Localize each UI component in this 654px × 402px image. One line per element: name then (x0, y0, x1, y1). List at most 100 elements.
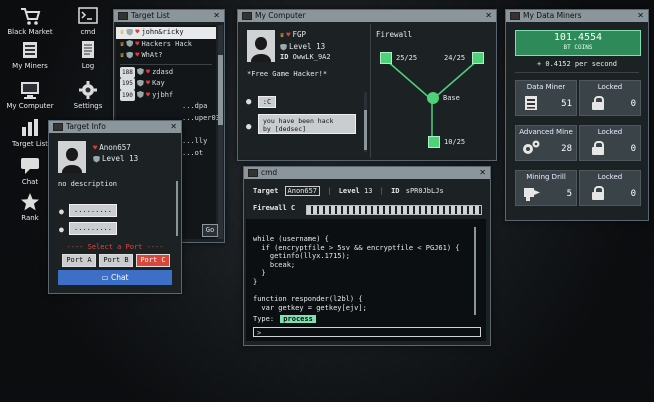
target-level-row: Level 13 (93, 154, 138, 163)
miner-name: Advanced Mine (519, 128, 573, 136)
firewall-node-c-value: 10/25 (444, 138, 466, 146)
desktop-icon-label: Target List (11, 140, 49, 148)
lock-icon (592, 96, 604, 110)
base-node[interactable] (427, 92, 439, 104)
target-name: Hackers Hack (141, 39, 193, 48)
firewall-node-c[interactable] (428, 136, 440, 148)
list-item[interactable]: 190 ♥ yjbhf (120, 89, 212, 101)
miner-card-advanced-mine[interactable]: Advanced Mine 28 (515, 125, 577, 161)
list-item[interactable]: ♛ ♥ john&ricky (116, 27, 216, 39)
code-output: while (username) { if (encryptfile > 5sv… (253, 235, 460, 312)
separator: | (327, 187, 332, 195)
port-a-button[interactable]: Port A (62, 254, 96, 267)
target-name: john&ricky (141, 28, 184, 36)
target-info-titlebar[interactable]: Target Info ✕ (49, 121, 181, 133)
trophy-icon: ♛ (280, 31, 285, 39)
desktop-icon-label: My Computer (6, 102, 54, 110)
cmd-target-row: Target Anon657 | Level 13 | ID sPR0JbLJs (253, 186, 444, 196)
miner-card-mining-drill[interactable]: Mining Drill 5 (515, 170, 577, 206)
miner-count: 5 (566, 189, 572, 199)
locked-card[interactable]: Locked 0 (579, 170, 641, 206)
target-name: ...dpa (182, 102, 208, 110)
base-label: Base (443, 94, 460, 102)
cmd-output-area: while (username) { if (encryptfile > 5sv… (246, 219, 486, 341)
desktop-icon-log[interactable]: Log (60, 40, 116, 70)
close-icon[interactable]: ✕ (170, 121, 177, 133)
type-row: Type: process (253, 315, 316, 323)
scrollbar-thumb[interactable] (364, 110, 367, 150)
desktop-icon-my-computer[interactable]: My Computer (2, 80, 58, 110)
target-name: Anon657 (99, 143, 131, 152)
code-scrollbar[interactable] (474, 227, 476, 315)
desktop-icon-cmd[interactable]: cmd (60, 6, 116, 36)
window-icon (53, 123, 63, 131)
type-label: Type: (253, 315, 275, 323)
target-list-title: Target List (131, 11, 170, 20)
select-port-label: ---- Select a Port ---- (66, 243, 164, 251)
gears-icon (523, 140, 540, 154)
window-icon (510, 12, 520, 20)
firewall-node-a-value: 25/25 (396, 54, 418, 62)
desktop-icon-label: cmd (80, 28, 96, 36)
firewall-node-a[interactable] (380, 52, 392, 64)
target-name: zdasd (152, 67, 174, 76)
prompt: > (257, 329, 262, 337)
target-name: ...ot (182, 148, 204, 157)
target-value: Anon657 (284, 186, 321, 196)
close-icon[interactable]: ✕ (637, 10, 644, 22)
id-value: sPR0JbLJs (405, 187, 444, 195)
heart-icon: ♥ (135, 28, 140, 36)
user-icon: ● (246, 97, 252, 107)
target-info-scrollbar[interactable] (176, 181, 178, 236)
shield-icon (136, 91, 144, 98)
port-c-button[interactable]: Port C (136, 254, 170, 267)
target-info-window: Target Info ✕ ♥ Anon657 Level 13 no descr… (48, 120, 182, 294)
profile-level-row: Level 13 (280, 42, 325, 51)
level-badge: 188 (120, 66, 135, 78)
port-b-button[interactable]: Port B (99, 254, 133, 267)
scrollbar-thumb[interactable] (218, 55, 223, 125)
miners-icon (23, 42, 37, 58)
list-item[interactable]: ♛ ♥ WhAt? (120, 50, 212, 62)
go-button[interactable]: Go (202, 224, 218, 237)
close-icon[interactable]: ✕ (479, 167, 486, 179)
heart-icon: ♥ (145, 79, 151, 87)
my-computer-titlebar[interactable]: My Computer ✕ (238, 10, 496, 22)
desktop-icon-black-market[interactable]: Black Market (2, 6, 58, 36)
mining-rate: + 0.4152 per second (536, 60, 618, 68)
trophy-icon: ♛ (120, 28, 125, 36)
close-icon[interactable]: ✕ (485, 10, 492, 22)
list-item[interactable]: ...dpa (120, 101, 212, 113)
cmd-titlebar[interactable]: cmd ✕ (244, 167, 490, 179)
heart-icon: ♥ (93, 144, 98, 152)
command-input[interactable]: > (253, 327, 481, 337)
shield-icon (93, 155, 100, 163)
desktop-icon-my-miners[interactable]: My Miners (2, 40, 58, 70)
miner-name: Data Miner (526, 83, 566, 91)
shield-icon (126, 40, 134, 47)
list-item[interactable]: 195 ♥ Kay (120, 78, 212, 90)
locked-card[interactable]: Locked 0 (579, 125, 641, 161)
firewall-node-b[interactable] (472, 52, 484, 64)
target-level: Level 13 (102, 154, 139, 163)
close-icon[interactable]: ✕ (213, 10, 220, 22)
divider (515, 72, 639, 73)
firewall-row: Firewall C (253, 204, 295, 212)
level-badge: 190 (120, 89, 135, 101)
locked-label: Locked (597, 173, 623, 181)
chat-button[interactable]: ▭ Chat (58, 270, 172, 285)
id-label: ID (280, 53, 289, 61)
desktop-icon-settings[interactable]: Settings (60, 80, 116, 110)
list-item[interactable]: ♛ ♥ Hackers Hack (120, 39, 212, 51)
window-icon (242, 12, 252, 20)
locked-label: Locked (597, 128, 623, 136)
trophy-icon: ♛ (120, 39, 125, 48)
miners-titlebar[interactable]: My Data Miners ✕ (506, 10, 648, 22)
scrollbar[interactable] (364, 92, 367, 152)
target-list-titlebar[interactable]: Target List ✕ (114, 10, 224, 22)
list-item[interactable]: 188 ♥ zdasd (120, 66, 212, 78)
miner-card-data-miner[interactable]: Data Miner 51 (515, 80, 577, 116)
target-list-scrollbar[interactable] (218, 25, 223, 239)
locked-card[interactable]: Locked 0 (579, 80, 641, 116)
heart-icon: ♥ (135, 39, 140, 48)
